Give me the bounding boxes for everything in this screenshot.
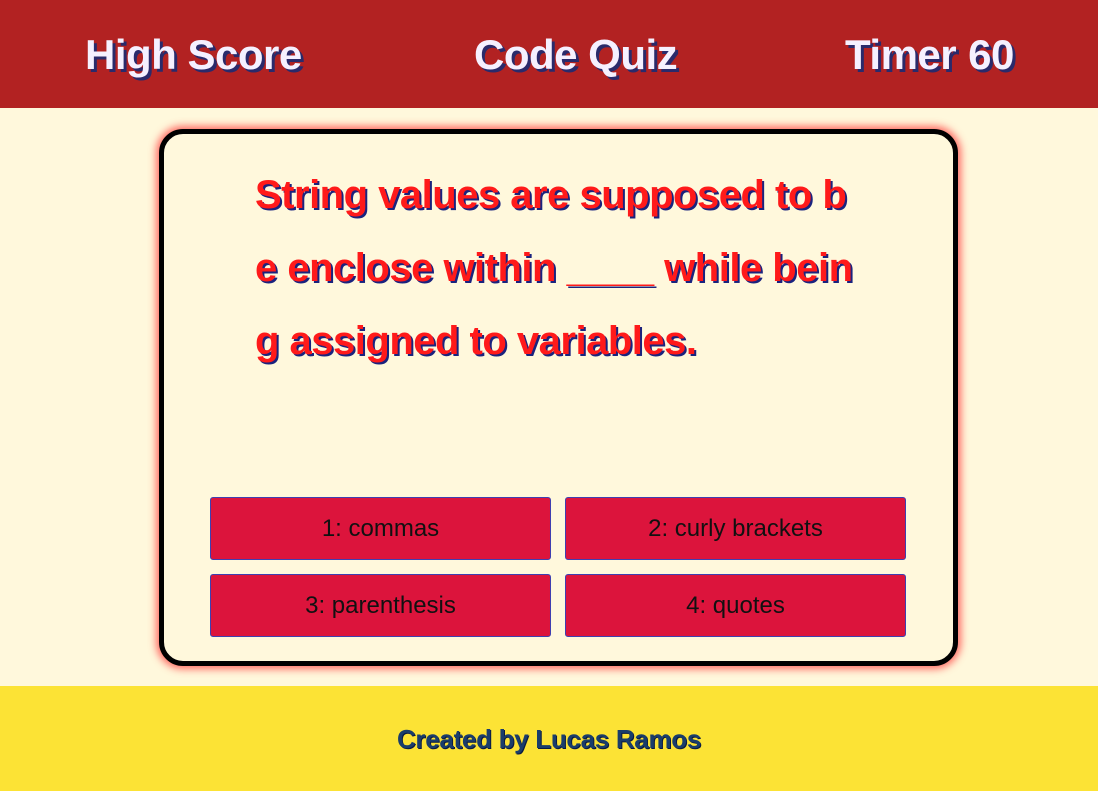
page-title: Code Quiz [474,31,678,78]
answer-button-2[interactable]: 2: curly brackets [565,497,906,560]
answer-button-3[interactable]: 3: parenthesis [210,574,551,637]
header-bar: High Score Code Quiz Timer 60 [0,0,1098,108]
timer-label: Timer [845,31,957,78]
answer-button-4[interactable]: 4: quotes [565,574,906,637]
answer-button-1[interactable]: 1: commas [210,497,551,560]
timer: Timer 60 [845,30,1014,80]
question-text: String values are supposed to be enclose… [255,173,853,363]
timer-value: 60 [968,31,1014,78]
footer-credit: Created by Lucas Ramos [396,724,702,754]
footer-bar: Created by Lucas Ramos [0,686,1098,791]
high-score-link[interactable]: High Score [85,30,302,80]
quiz-card: String values are supposed to be enclose… [159,129,958,666]
